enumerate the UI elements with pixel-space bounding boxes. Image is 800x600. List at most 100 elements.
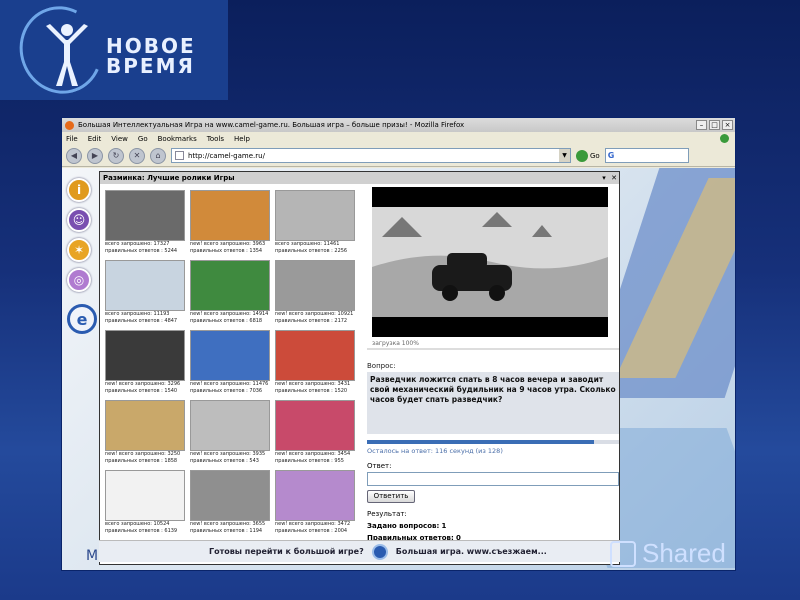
thumbnail-image[interactable]: [190, 400, 270, 451]
menu-edit[interactable]: Edit: [88, 135, 102, 143]
answer-label: Ответ:: [367, 462, 392, 470]
stop-icon[interactable]: ✕: [129, 147, 145, 164]
google-icon: G: [607, 151, 615, 160]
question-area: загрузка 100% Вопрос: Разведчик ложится …: [367, 172, 619, 554]
thumbnail-requested: new! всего запрошено: 10921: [275, 311, 354, 317]
maximize-button[interactable]: □: [709, 120, 720, 130]
menu-bookmarks[interactable]: Bookmarks: [158, 135, 197, 143]
video-thumbnail[interactable]: new! всего запрошено: 3454 правильных отв…: [275, 400, 357, 470]
home-icon[interactable]: ⌂: [150, 147, 166, 164]
thumbnail-correct: правильных ответов : 6818: [190, 318, 263, 324]
asked-label: Задано вопросов:: [367, 522, 440, 530]
thumbnail-image[interactable]: [275, 260, 355, 311]
thumbnail-image[interactable]: [105, 400, 185, 451]
video-thumbnail[interactable]: new! всего запрошено: 3250 правильных отв…: [105, 400, 187, 470]
thumbnail-requested: new! всего запрошено: 14914: [190, 311, 269, 317]
asked-value: 1: [441, 522, 447, 530]
thumbnail-correct: правильных ответов : 1858: [105, 458, 178, 464]
time-progress-bar: [367, 440, 619, 444]
bottom-link[interactable]: Большая игра. www.съезжаем...: [396, 547, 547, 556]
video-thumbnail[interactable]: new! всего запрошено: 3431 правильных отв…: [275, 330, 357, 400]
globe-icon[interactable]: ◎: [67, 268, 91, 292]
video-thumbnail[interactable]: всего запрошено: 11193 правильных ответов…: [105, 260, 187, 330]
thumbnail-correct: правильных ответов : 4847: [105, 318, 178, 324]
video-thumbnail[interactable]: всего запрошено: 10524 правильных ответов…: [105, 470, 187, 540]
go-label: Go: [590, 151, 600, 160]
answer-button[interactable]: Ответить: [367, 490, 415, 503]
forward-icon[interactable]: ▶: [87, 147, 103, 164]
thumbnail-requested: new! всего запрошено: 11476: [190, 381, 269, 387]
thumbnail-requested: new! всего запрошено: 3250: [105, 451, 181, 457]
game-logo-icon[interactable]: e: [67, 304, 97, 334]
thumbnail-image[interactable]: [105, 330, 185, 381]
thumbnail-image[interactable]: [105, 260, 185, 311]
url-dropdown-icon[interactable]: ▼: [559, 149, 570, 162]
menu-bar: File Edit View Go Bookmarks Tools Help: [62, 132, 735, 145]
video-thumbnail[interactable]: new! всего запрошено: 3963 правильных отв…: [190, 190, 272, 260]
menu-go[interactable]: Go: [138, 135, 148, 143]
thumbnail-requested: всего запрошено: 17327: [105, 241, 170, 247]
url-text: http://camel-game.ru/: [188, 151, 265, 160]
side-navigation: i ☺ ✶ ◎ e: [67, 178, 97, 334]
thumbnail-image[interactable]: [275, 190, 355, 241]
video-thumbnail[interactable]: new! всего запрошено: 11476 правильных от…: [190, 330, 272, 400]
video-thumbnail-grid: всего запрошено: 17327 правильных ответов…: [105, 190, 357, 543]
loading-status: загрузка 100%: [372, 340, 419, 347]
thumbnail-requested: всего запрошено: 11461: [275, 241, 340, 247]
menu-help[interactable]: Help: [234, 135, 250, 143]
thumbnail-correct: правильных ответов : 2172: [275, 318, 348, 324]
browser-window: Большая Интеллектуальная Игра на www.cam…: [61, 117, 736, 571]
video-thumbnail[interactable]: new! всего запрошено: 14914 правильных от…: [190, 260, 272, 330]
warmup-panel: Разминка: Лучшие ролики Игры ▾ ✕ всего з…: [99, 171, 620, 565]
video-player[interactable]: [372, 187, 608, 337]
thumbnail-requested: new! всего запрошено: 3963: [190, 241, 266, 247]
thumbnail-image[interactable]: [105, 190, 185, 241]
thumbnail-image[interactable]: [275, 470, 355, 521]
go-button[interactable]: Go: [576, 149, 600, 162]
thumbnail-image[interactable]: [190, 190, 270, 241]
user-icon[interactable]: ☺: [67, 208, 91, 232]
progress-fill: [367, 440, 594, 444]
thumbnail-correct: правильных ответов : 955: [275, 458, 344, 464]
divider: [367, 348, 619, 350]
menu-file[interactable]: File: [66, 135, 78, 143]
back-icon[interactable]: ◀: [66, 147, 82, 164]
menu-tools[interactable]: Tools: [207, 135, 224, 143]
video-thumbnail[interactable]: new! всего запрошено: 3472 правильных отв…: [275, 470, 357, 540]
thumbnail-correct: правильных ответов : 5244: [105, 248, 178, 254]
thumbnail-image[interactable]: [190, 470, 270, 521]
thumbnail-image[interactable]: [190, 260, 270, 311]
result-label: Результат:: [367, 510, 407, 518]
close-button[interactable]: ×: [722, 120, 733, 130]
search-box[interactable]: G: [604, 148, 689, 163]
video-thumbnail[interactable]: new! всего запрошено: 3655 правильных отв…: [190, 470, 272, 540]
video-thumbnail[interactable]: new! всего запрошено: 3296 правильных отв…: [105, 330, 187, 400]
throbber-icon: [720, 134, 729, 143]
video-thumbnail[interactable]: всего запрошено: 17327 правильных ответов…: [105, 190, 187, 260]
figure-icon[interactable]: ✶: [67, 238, 91, 262]
thumbnail-requested: new! всего запрошено: 3296: [105, 381, 181, 387]
game-link-icon[interactable]: [371, 543, 388, 560]
thumbnail-image[interactable]: [275, 330, 355, 381]
logo-panel: НОВОЕ ВРЕМЯ: [0, 0, 228, 106]
address-bar[interactable]: http://camel-game.ru/ ▼: [171, 148, 571, 163]
person-logo-icon: [46, 24, 88, 86]
info-icon[interactable]: i: [67, 178, 91, 202]
answer-input[interactable]: [367, 472, 619, 486]
question-label: Вопрос:: [367, 362, 396, 370]
thumbnail-correct: правильных ответов : 543: [190, 458, 259, 464]
thumbnail-correct: правильных ответов : 7036: [190, 388, 263, 394]
reload-icon[interactable]: ↻: [108, 147, 124, 164]
thumbnail-image[interactable]: [105, 470, 185, 521]
thumbnail-image[interactable]: [275, 400, 355, 451]
thumbnail-image[interactable]: [190, 330, 270, 381]
video-thumbnail[interactable]: всего запрошено: 11461 правильных ответов…: [275, 190, 357, 260]
menu-view[interactable]: View: [111, 135, 128, 143]
video-frame: [372, 207, 608, 317]
thumbnail-requested: new! всего запрошено: 3472: [275, 521, 351, 527]
thumbnail-requested: new! всего запрошено: 3655: [190, 521, 266, 527]
video-thumbnail[interactable]: new! всего запрошено: 3935 правильных отв…: [190, 400, 272, 470]
minimize-button[interactable]: –: [696, 120, 707, 130]
video-thumbnail[interactable]: new! всего запрошено: 10921 правильных от…: [275, 260, 357, 330]
thumbnail-requested: new! всего запрошено: 3431: [275, 381, 351, 387]
